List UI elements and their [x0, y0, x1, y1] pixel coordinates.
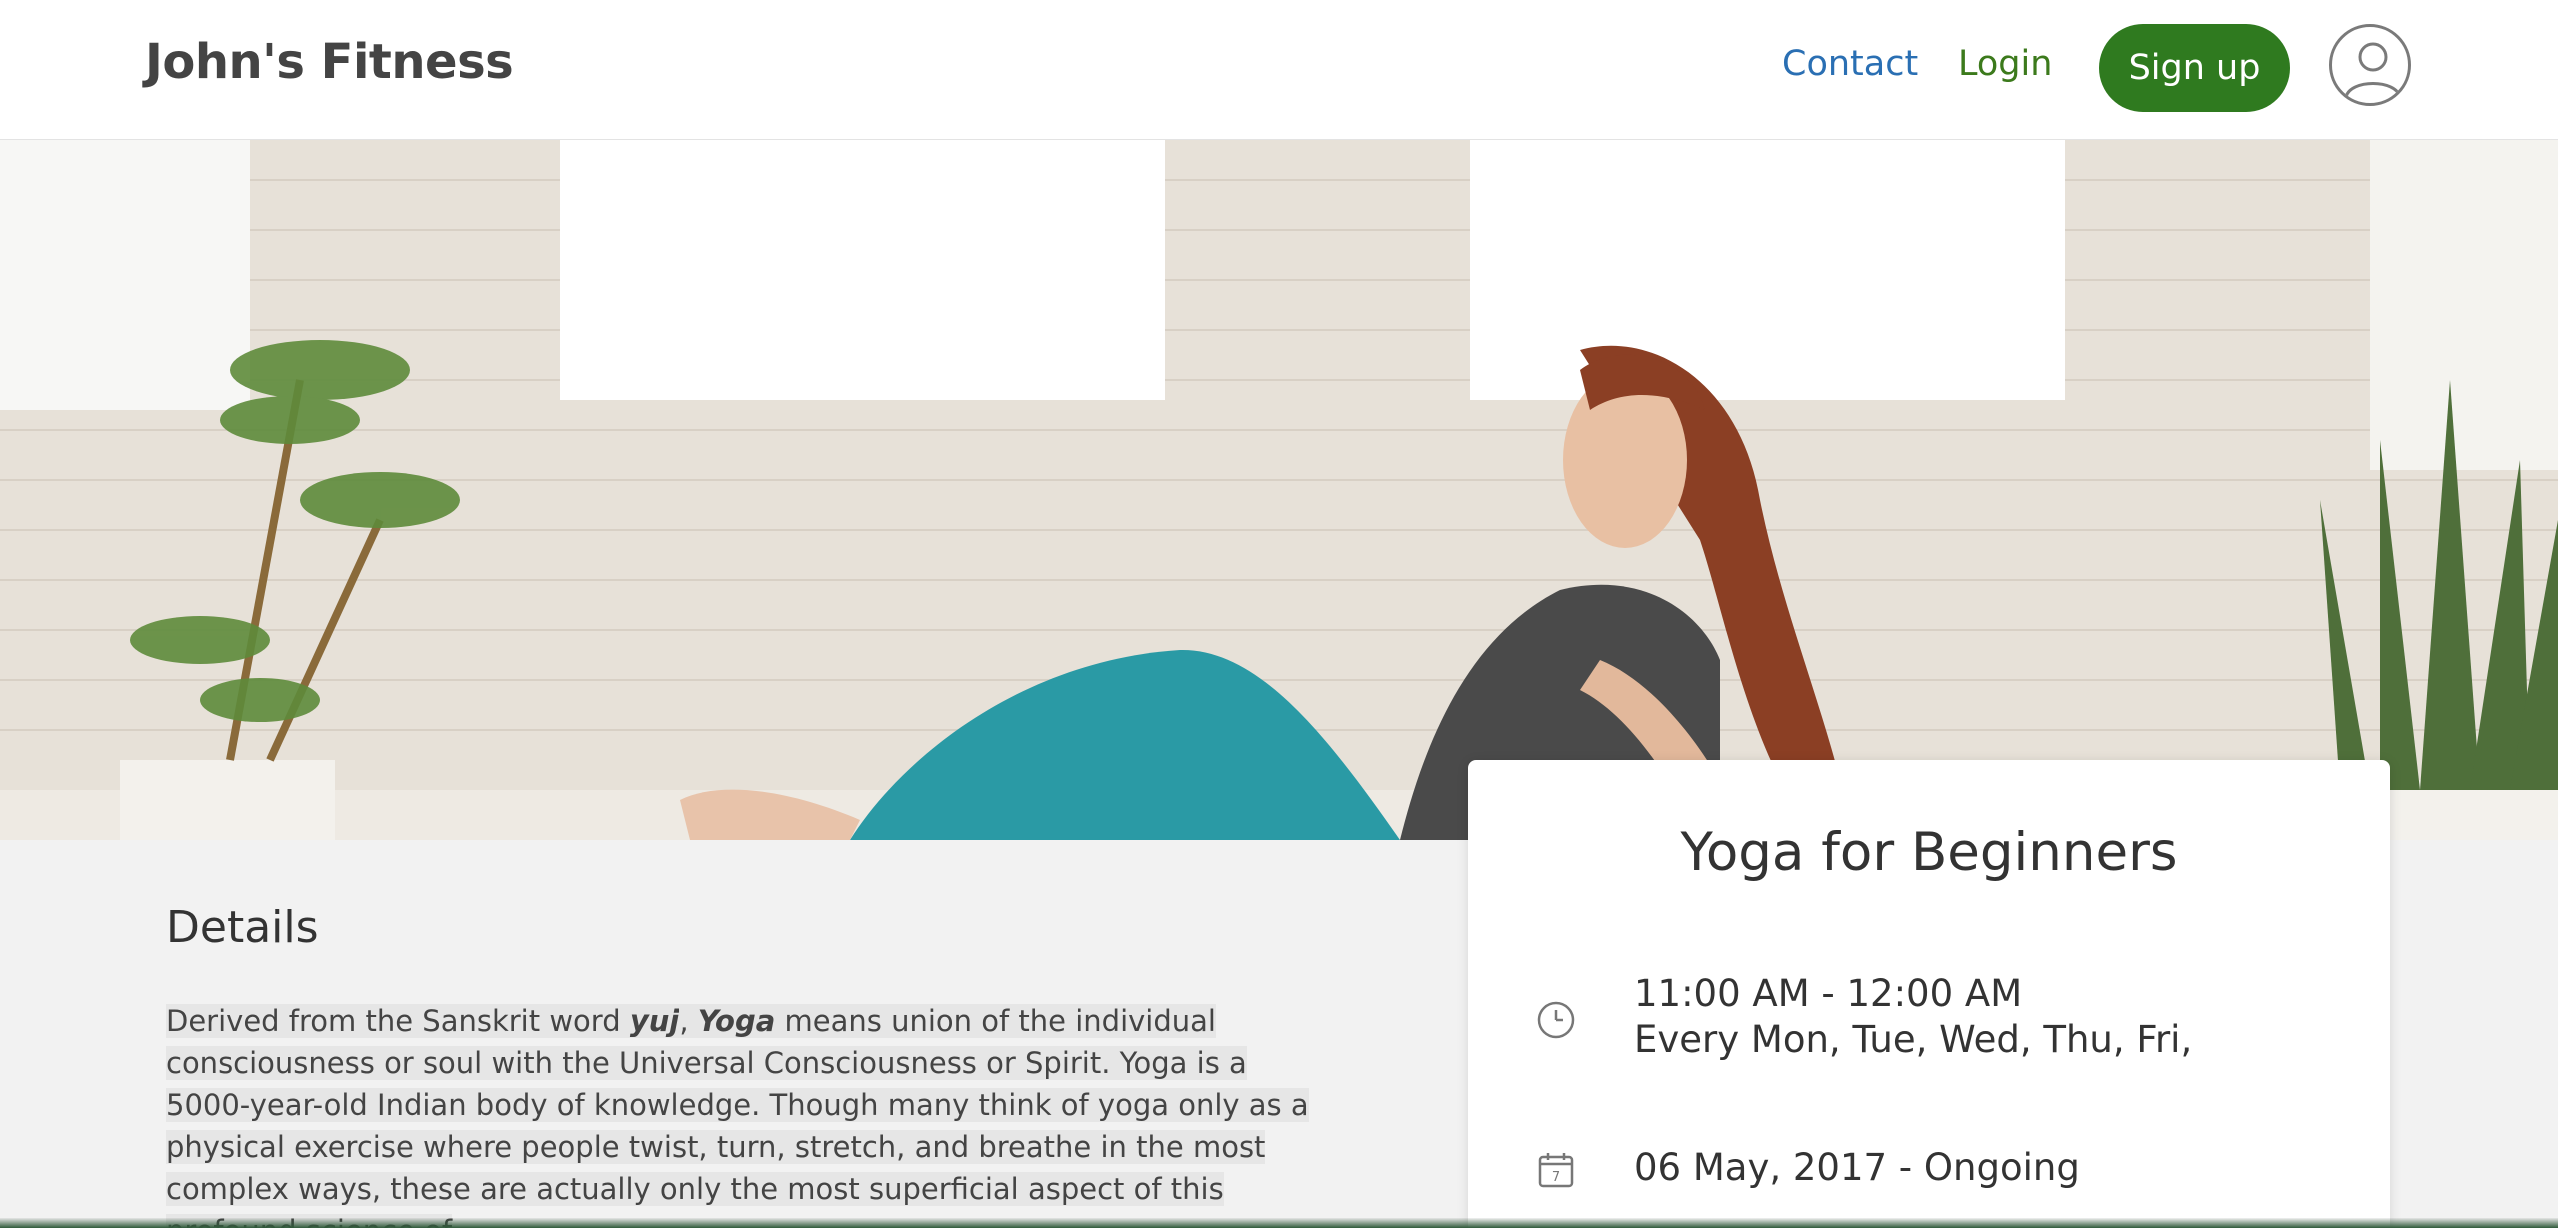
details-heading: Details — [166, 902, 319, 953]
details-text-yoga: Yoga — [697, 1004, 776, 1038]
details-text-intro: Derived from the Sanskrit word — [166, 1004, 630, 1038]
nav-login-link[interactable]: Login — [1958, 44, 2052, 84]
class-time: 11:00 AM - 12:00 AM — [1634, 972, 2023, 1015]
hero-image — [0, 140, 2558, 840]
class-days: Every Mon, Tue, Wed, Thu, Fri, — [1634, 1018, 2193, 1061]
signup-button[interactable]: Sign up — [2099, 24, 2290, 112]
class-date-range: 06 May, 2017 - Ongoing — [1634, 1146, 2080, 1189]
brand-logo-text[interactable]: John's Fitness — [145, 34, 514, 90]
user-avatar-icon[interactable] — [2329, 24, 2411, 106]
details-text-comma: , — [679, 1004, 698, 1038]
top-navbar: John's Fitness Contact Login Sign up — [0, 0, 2558, 140]
class-info-card: Yoga for Beginners 11:00 AM - 12:00 AM E… — [1468, 760, 2390, 1228]
svg-text:7: 7 — [1552, 1170, 1560, 1185]
class-title: Yoga for Beginners — [1680, 822, 2178, 883]
nav-contact-link[interactable]: Contact — [1782, 44, 1918, 84]
avatar-icon — [2344, 42, 2402, 98]
clock-icon — [1537, 1001, 1575, 1039]
details-text-yuj: yuj — [629, 1004, 680, 1038]
calendar-icon: 7 — [1538, 1153, 1574, 1188]
bottom-edge — [0, 1218, 2558, 1228]
details-description: Derived from the Sanskrit word yuj, Yoga… — [166, 1000, 1316, 1228]
